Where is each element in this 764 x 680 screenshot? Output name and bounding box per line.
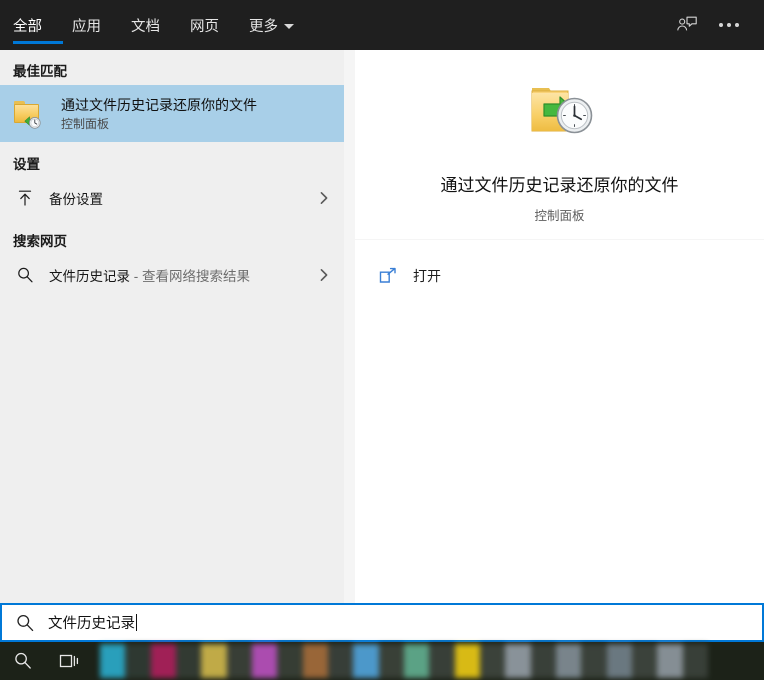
more-options-button[interactable] [708, 4, 750, 46]
filter-tabs: 全部 应用 文档 网页 更多 [0, 0, 308, 50]
results-pane: 最佳匹配 通过文件历史记录还原你的文件 控制面板 设置 备份设置 搜索网页 文件… [0, 50, 344, 603]
result-item-text: 通过文件历史记录还原你的文件 控制面板 [61, 96, 257, 132]
search-header: 全部 应用 文档 网页 更多 [0, 0, 764, 50]
tab-more[interactable]: 更多 [249, 0, 308, 50]
web-search-query: 文件历史记录 [49, 269, 130, 284]
preview-title: 通过文件历史记录还原你的文件 [440, 176, 679, 195]
tab-documents[interactable]: 文档 [131, 0, 174, 50]
search-icon [13, 263, 37, 287]
result-item-best-match[interactable]: 通过文件历史记录还原你的文件 控制面板 [0, 85, 344, 142]
preview-subtitle: 控制面板 [534, 209, 585, 223]
group-label-settings: 设置 [13, 157, 40, 172]
tab-more-label: 更多 [249, 18, 278, 35]
web-search-suffix: - 查看网络搜索结果 [130, 269, 250, 284]
chevron-right-icon [316, 190, 332, 206]
result-item-title: 通过文件历史记录还原你的文件 [61, 96, 257, 113]
taskbar-taskview-button[interactable] [46, 642, 92, 680]
tab-apps-label: 应用 [72, 18, 101, 35]
folder-history-icon [13, 96, 49, 132]
list-item-web-search[interactable]: 文件历史记录 - 查看网络搜索结果 [0, 255, 344, 295]
search-input-container[interactable]: 文件历史记录 [0, 603, 764, 642]
pane-divider [344, 50, 355, 603]
search-input[interactable]: 文件历史记录 [48, 612, 137, 633]
folder-history-large-icon [524, 82, 596, 150]
search-icon [15, 652, 31, 669]
text-cursor [136, 614, 137, 631]
feedback-person-icon [677, 16, 697, 31]
preview-card: 通过文件历史记录还原你的文件 控制面板 [355, 50, 764, 239]
list-item-backup-settings[interactable]: 备份设置 [0, 178, 344, 218]
tab-apps[interactable]: 应用 [72, 0, 115, 50]
tab-web[interactable]: 网页 [190, 0, 233, 50]
task-view-icon [59, 654, 79, 668]
list-item-web-search-label: 文件历史记录 - 查看网络搜索结果 [49, 265, 250, 285]
windows-search-panel: 全部 应用 文档 网页 更多 最佳匹配 通过文件历史记录还原你的文件 控制面板 … [0, 0, 764, 680]
feedback-button[interactable] [666, 4, 708, 46]
tab-all-label: 全部 [13, 18, 42, 35]
action-open-label: 打开 [413, 268, 441, 284]
preview-pane: 通过文件历史记录还原你的文件 控制面板 打开 [355, 50, 764, 603]
list-item-backup-settings-label: 备份设置 [49, 192, 103, 207]
actions-card: 打开 [355, 240, 764, 603]
history-clock-badge-icon [24, 115, 41, 129]
tab-all[interactable]: 全部 [13, 0, 63, 50]
open-external-icon [377, 265, 399, 287]
tab-documents-label: 文档 [131, 18, 160, 35]
search-icon [17, 614, 34, 631]
chevron-down-icon [284, 23, 294, 29]
chevron-right-icon [316, 267, 332, 283]
search-input-value: 文件历史记录 [48, 616, 135, 632]
upload-arrow-icon [13, 186, 37, 210]
action-open[interactable]: 打开 [355, 254, 764, 298]
group-label-best-match: 最佳匹配 [13, 64, 67, 79]
header-actions [666, 0, 764, 50]
result-item-subtitle: 控制面板 [61, 116, 110, 131]
taskbar-pinned-apps-blurred [100, 644, 708, 678]
taskbar-search-button[interactable] [0, 642, 46, 680]
search-input-icon-wrap [2, 605, 48, 640]
more-options-icon [719, 23, 739, 27]
group-label-web-search: 搜索网页 [13, 234, 67, 249]
tab-web-label: 网页 [190, 18, 219, 35]
